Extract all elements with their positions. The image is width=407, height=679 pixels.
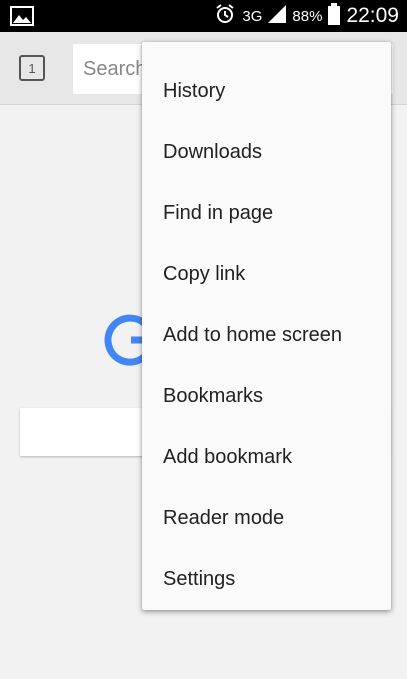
menu-item-copy-link[interactable]: Copy link [142,244,391,305]
battery-icon [328,3,341,29]
menu-item-add-to-home-screen[interactable]: Add to home screen [142,305,391,366]
menu-item-reader-mode[interactable]: Reader mode [142,488,391,549]
battery-percent: 88% [292,7,323,25]
clock: 22:09 [346,4,399,27]
overflow-menu: History Downloads Find in page Copy link… [142,42,391,610]
menu-item-bookmarks[interactable]: Bookmarks [142,366,391,427]
alarm-icon [214,3,236,29]
menu-item-history[interactable]: History [142,61,391,122]
menu-item-add-bookmark[interactable]: Add bookmark [142,427,391,488]
tab-switcher-button[interactable]: 1 [19,55,45,81]
menu-item-downloads[interactable]: Downloads [142,122,391,183]
network-type: 3G [242,7,263,25]
menu-item-settings[interactable]: Settings [142,549,391,610]
status-bar: 3G 88% 22:09 [0,0,407,32]
menu-item-find-in-page[interactable]: Find in page [142,183,391,244]
search-placeholder: Search [83,58,147,80]
gallery-notification-icon [10,6,34,26]
signal-icon [268,5,287,27]
